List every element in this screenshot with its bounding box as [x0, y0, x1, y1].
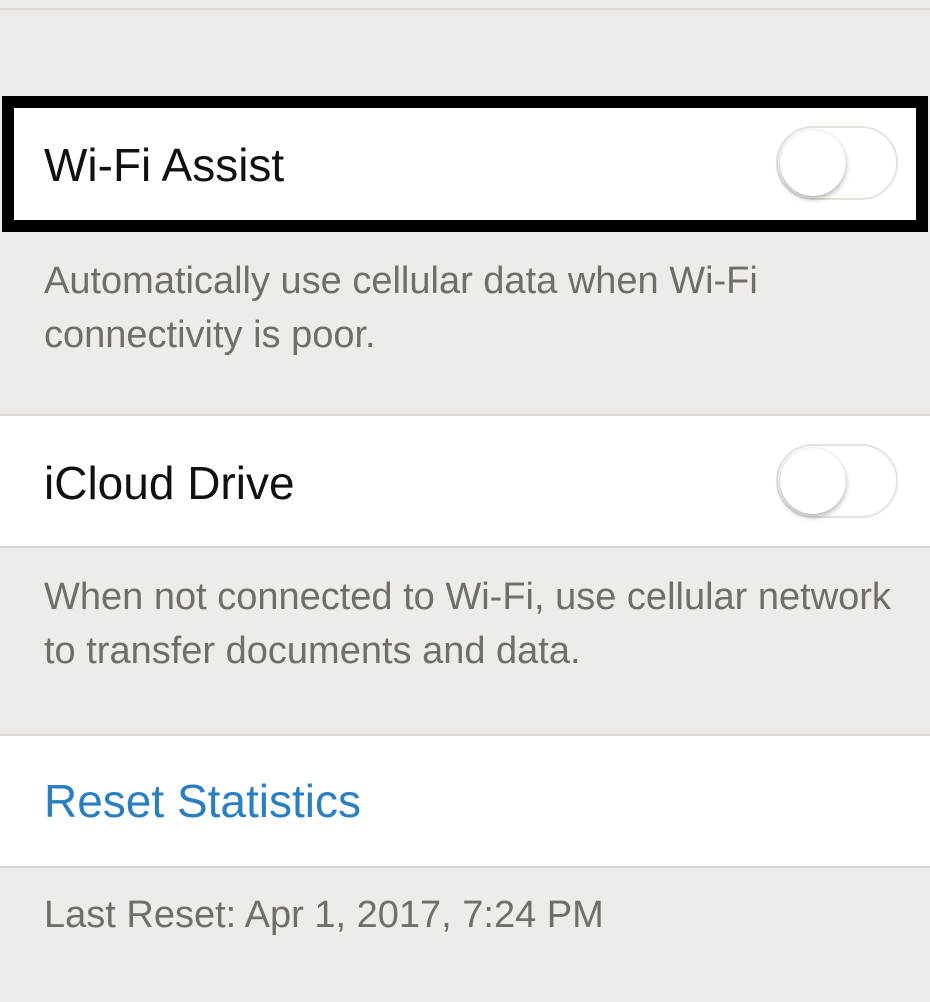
reset-statistics-row[interactable]: Reset Statistics — [0, 736, 930, 866]
top-separator — [0, 8, 930, 10]
icloud-drive-row[interactable]: iCloud Drive — [0, 416, 930, 546]
settings-page: Wi-Fi Assist Automatically use cellular … — [0, 0, 930, 1002]
wifi-assist-row[interactable]: Wi-Fi Assist — [14, 108, 916, 220]
icloud-drive-label: iCloud Drive — [44, 457, 295, 509]
toggle-knob — [780, 130, 846, 196]
icloud-drive-toggle[interactable] — [776, 444, 898, 518]
icloud-drive-description: When not connected to Wi-Fi, use cellula… — [44, 576, 891, 672]
wifi-assist-description: Automatically use cellular data when Wi-… — [44, 260, 758, 356]
wifi-assist-label: Wi-Fi Assist — [44, 139, 285, 191]
section-separator — [0, 546, 930, 548]
reset-statistics-link[interactable]: Reset Statistics — [44, 774, 361, 828]
last-reset-text: Last Reset: Apr 1, 2017, 7:24 PM — [44, 894, 604, 936]
toggle-knob — [780, 448, 846, 514]
section-separator — [0, 866, 930, 868]
wifi-assist-toggle[interactable] — [776, 126, 898, 200]
